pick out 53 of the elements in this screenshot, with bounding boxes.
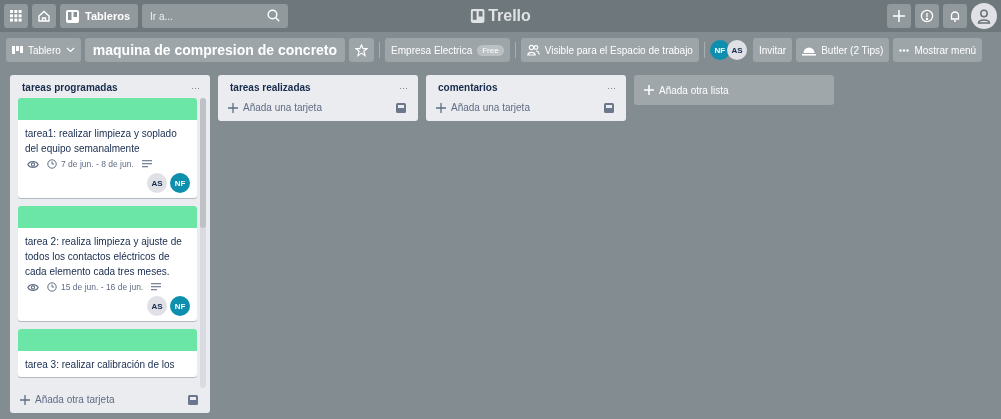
chevron-down-icon [65,47,75,53]
member-avatar[interactable]: NF [709,40,730,60]
add-list-button[interactable]: Añada otra lista [634,75,834,105]
show-menu-button[interactable]: Mostrar menú [893,38,983,62]
list-title[interactable]: comentarios [438,82,498,93]
member-avatar[interactable]: AS [726,40,747,60]
board-title[interactable]: maquina de compresion de concreto [84,38,346,62]
info-icon[interactable] [915,4,939,28]
list-title[interactable]: tareas programadas [22,82,118,93]
add-card-button[interactable]: Añada otra tarjeta [20,394,115,405]
add-card-button[interactable]: Añada una tarjeta [436,102,530,113]
people-icon [526,44,540,56]
invite-button[interactable]: Invitar [752,38,793,62]
member-avatar[interactable]: AS [147,173,167,193]
task-card[interactable]: tarea 2: realiza limpieza y ajuste de todos los contactos eléctricos de cada elemento cada tres meses. 15 de jun. - 16 de jun. AS NF [18,206,197,321]
due-date-badge: 7 de jun. - 8 de jun. [47,159,134,169]
template-icon[interactable] [188,394,198,405]
plus-icon [20,394,30,405]
add-card-button[interactable]: Añada una tarjeta [228,102,322,113]
member-avatar[interactable]: AS [147,296,167,316]
task-card[interactable]: tarea 3: realizar calibración de los [18,329,197,377]
template-icon[interactable] [396,102,406,113]
boards-button[interactable]: Tableros [60,4,139,28]
plus-icon [228,102,238,113]
visibility-button[interactable]: Visible para el Espacio de trabajo [520,38,699,62]
plan-badge: Free [477,44,504,56]
plus-icon[interactable] [887,4,911,28]
template-icon[interactable] [604,102,614,113]
user-avatar-icon[interactable] [971,3,997,29]
plus-icon [644,85,654,95]
list-menu-button[interactable]: ··· [399,82,408,93]
bar-chart-icon [12,46,23,54]
card-title: tarea1: realizar limpieza y soplado del equipo semanalmente [25,127,178,156]
card-title: tarea 2: realiza limpieza y ajuste de todos los contactos eléctricos de cada elemento cada tres meses. [25,235,183,279]
more-icon [899,48,910,52]
task-card[interactable]: tarea1: realizar limpieza y soplado del equipo semanalmente 7 de jun. - 8 de jun. AS NF [18,98,197,198]
list-menu-button[interactable]: ··· [607,82,616,93]
list-title[interactable]: tareas realizadas [230,82,311,93]
member-avatar[interactable]: NF [170,173,190,193]
apps-icon[interactable] [4,4,28,28]
butler-button[interactable]: Butler (2 Tips) [796,38,890,62]
member-avatar[interactable]: NF [170,296,190,316]
trello-logo[interactable]: Trello [470,7,531,25]
workspace-button[interactable]: Empresa Electrica Free [385,38,510,62]
card-title: tarea 3: realizar calibración de los [25,358,176,372]
home-icon[interactable] [32,4,56,28]
due-date-badge: 15 de jun. - 16 de jun. [47,282,144,292]
plus-icon [436,102,446,113]
list-menu-button[interactable]: ··· [191,82,200,93]
search-icon [267,9,281,22]
bell-icon[interactable] [943,4,967,28]
board-icon [66,9,79,23]
board-view-button[interactable]: Tablero [6,38,81,62]
